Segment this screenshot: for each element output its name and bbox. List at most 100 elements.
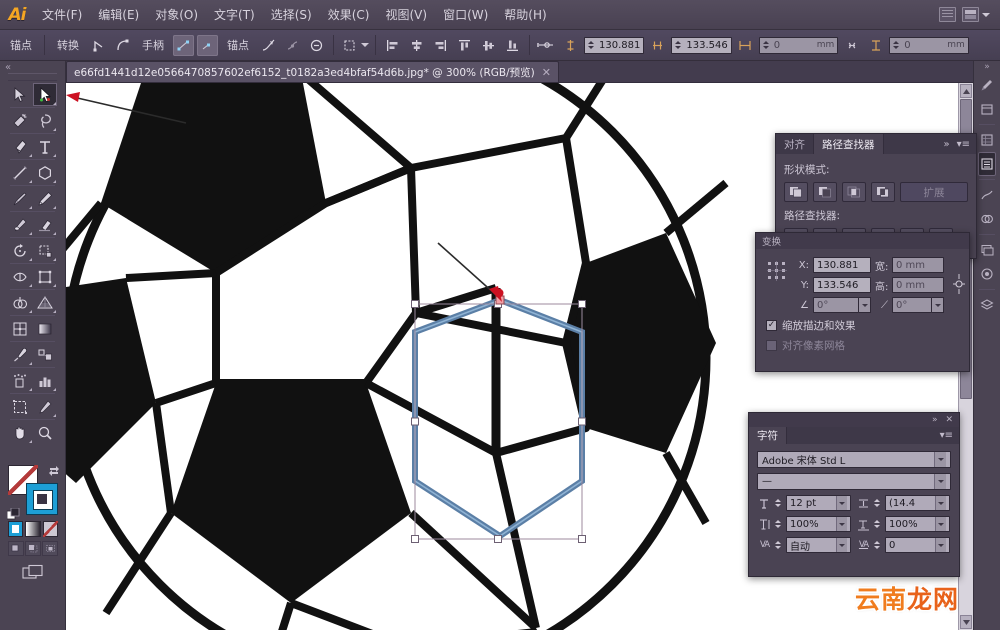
tool-flyout-indicator[interactable] — [53, 258, 56, 261]
chevron-down-icon[interactable] — [935, 496, 946, 510]
line-segment-tool[interactable] — [8, 161, 33, 184]
expand-button[interactable]: 扩展 — [900, 182, 968, 202]
close-icon[interactable]: ✕ — [542, 67, 551, 78]
artboard-tool[interactable] — [8, 395, 33, 418]
leading-stepper[interactable] — [874, 496, 882, 510]
font-style-select[interactable]: — — [757, 473, 951, 490]
shear-field[interactable]: 0° — [892, 297, 932, 313]
pen-tool[interactable] — [8, 135, 33, 158]
chevron-down-icon[interactable] — [361, 43, 369, 47]
document-tab[interactable]: e66fd1441d12e0566470857602ef6152_t0182a3… — [66, 61, 559, 82]
gradient-tool[interactable] — [33, 317, 58, 340]
align-bottom-button[interactable] — [502, 35, 523, 56]
scale-tool[interactable] — [33, 239, 58, 262]
cut-path-button[interactable] — [282, 35, 303, 56]
menu-effect[interactable]: 效果(C) — [320, 2, 378, 27]
paintbrush-tool[interactable] — [8, 187, 33, 210]
transform-panel-header[interactable]: 变换 — [756, 233, 969, 249]
draw-behind-icon[interactable] — [25, 541, 41, 556]
tab-align[interactable]: 对齐 — [776, 134, 814, 154]
draw-normal-icon[interactable] — [8, 541, 24, 556]
brushes-panel-icon[interactable] — [978, 73, 996, 97]
chevron-down-icon[interactable] — [935, 517, 946, 531]
scale-strokes-row[interactable]: ✓ 缩放描边和效果 — [766, 318, 959, 333]
direct-selection-tool[interactable] — [32, 83, 57, 106]
intersect-icon[interactable] — [842, 182, 866, 202]
gradient-panel-icon[interactable] — [978, 183, 996, 207]
tool-flyout-indicator[interactable] — [28, 284, 32, 287]
font-size-field[interactable]: 12 pt — [786, 495, 851, 511]
transform-x-field[interactable]: 130.881 — [813, 257, 871, 273]
rotate-field[interactable]: 0° — [813, 297, 859, 313]
shape-builder-tool[interactable] — [8, 291, 33, 314]
tool-flyout-indicator[interactable] — [53, 414, 56, 417]
tool-flyout-indicator[interactable] — [53, 180, 56, 183]
tool-flyout-indicator[interactable] — [28, 206, 32, 209]
tool-flyout-indicator[interactable] — [28, 258, 32, 261]
width-field[interactable]: 0 mm — [758, 36, 839, 54]
menu-edit[interactable]: 编辑(E) — [90, 2, 147, 27]
tool-flyout-indicator[interactable] — [28, 440, 32, 443]
shear-dropdown-icon[interactable] — [932, 297, 944, 313]
menu-help[interactable]: 帮助(H) — [496, 2, 554, 27]
tool-flyout-indicator[interactable] — [53, 206, 56, 209]
tool-flyout-indicator[interactable] — [53, 310, 56, 313]
panel-collapse-icon[interactable]: » — [932, 415, 938, 425]
tool-flyout-indicator[interactable] — [53, 284, 56, 287]
isolate-selected-button[interactable] — [306, 35, 327, 56]
character-panel-titlebar[interactable]: » ✕ — [749, 413, 959, 427]
pencil-tool[interactable] — [33, 187, 58, 210]
transform-height-field[interactable]: 0 mm — [892, 277, 944, 293]
gradient-mode-icon[interactable] — [25, 521, 41, 537]
vertical-scale-stepper[interactable] — [775, 517, 783, 531]
tracking-field[interactable]: 0 — [885, 537, 950, 553]
link-dimensions-button[interactable] — [841, 35, 862, 56]
scroll-down-button[interactable] — [960, 615, 972, 629]
close-icon[interactable]: ✕ — [945, 415, 953, 425]
slice-tool[interactable] — [33, 395, 58, 418]
menu-object[interactable]: 对象(O) — [147, 2, 206, 27]
lasso-tool[interactable] — [33, 109, 58, 132]
dock-expand-button[interactable]: » — [974, 61, 1000, 73]
panel-collapse-icon[interactable]: » — [943, 139, 949, 150]
perspective-grid-tool[interactable] — [33, 291, 58, 314]
mesh-tool[interactable] — [8, 317, 33, 340]
panel-menu-icon[interactable]: ▾≡ — [940, 430, 953, 441]
tool-flyout-indicator[interactable] — [28, 388, 32, 391]
align-middle-vertical-button[interactable] — [478, 35, 499, 56]
swatches-panel-icon[interactable] — [978, 128, 996, 152]
hand-tool[interactable] — [8, 421, 33, 444]
show-handles-button[interactable] — [173, 34, 194, 56]
layers-panel-icon[interactable] — [978, 293, 996, 317]
symbol-sprayer-tool[interactable] — [8, 369, 33, 392]
transform-width-field[interactable]: 0 mm — [892, 257, 944, 273]
default-fill-stroke-icon[interactable] — [6, 506, 20, 520]
chevron-down-icon[interactable] — [836, 496, 847, 510]
blend-tool[interactable] — [33, 343, 58, 366]
scale-strokes-checkbox[interactable]: ✓ — [766, 320, 777, 331]
chevron-down-icon[interactable] — [934, 474, 946, 489]
align-center-horizontal-button[interactable] — [406, 35, 427, 56]
zoom-tool[interactable] — [33, 421, 58, 444]
transform-y-field[interactable]: 133.546 — [813, 277, 871, 293]
menu-view[interactable]: 视图(V) — [377, 2, 435, 27]
rotate-tool[interactable] — [8, 239, 33, 262]
align-left-button[interactable] — [382, 35, 403, 56]
vertical-scale-field[interactable]: 100% — [786, 516, 851, 532]
draw-inside-icon[interactable] — [42, 541, 58, 556]
symbols-panel-icon[interactable] — [978, 97, 996, 121]
align-pixel-grid-row[interactable]: 对齐像素网格 — [766, 338, 959, 353]
horizontal-scale-stepper[interactable] — [874, 517, 882, 531]
convert-to-corner-button[interactable] — [88, 35, 109, 56]
tool-flyout-indicator[interactable] — [28, 154, 32, 157]
eraser-tool[interactable] — [33, 213, 58, 236]
stroke-panel-icon[interactable] — [978, 152, 996, 176]
type-tool[interactable] — [33, 135, 58, 158]
screen-mode-icon[interactable] — [8, 561, 58, 583]
tab-pathfinder[interactable]: 路径查找器 — [814, 134, 884, 154]
width-tool[interactable] — [8, 265, 33, 288]
panel-menu-icon[interactable]: ▾≡ — [957, 139, 970, 150]
y-stepper[interactable] — [675, 39, 683, 52]
bridge-icon[interactable] — [939, 7, 956, 22]
tracking-stepper[interactable] — [874, 538, 882, 552]
